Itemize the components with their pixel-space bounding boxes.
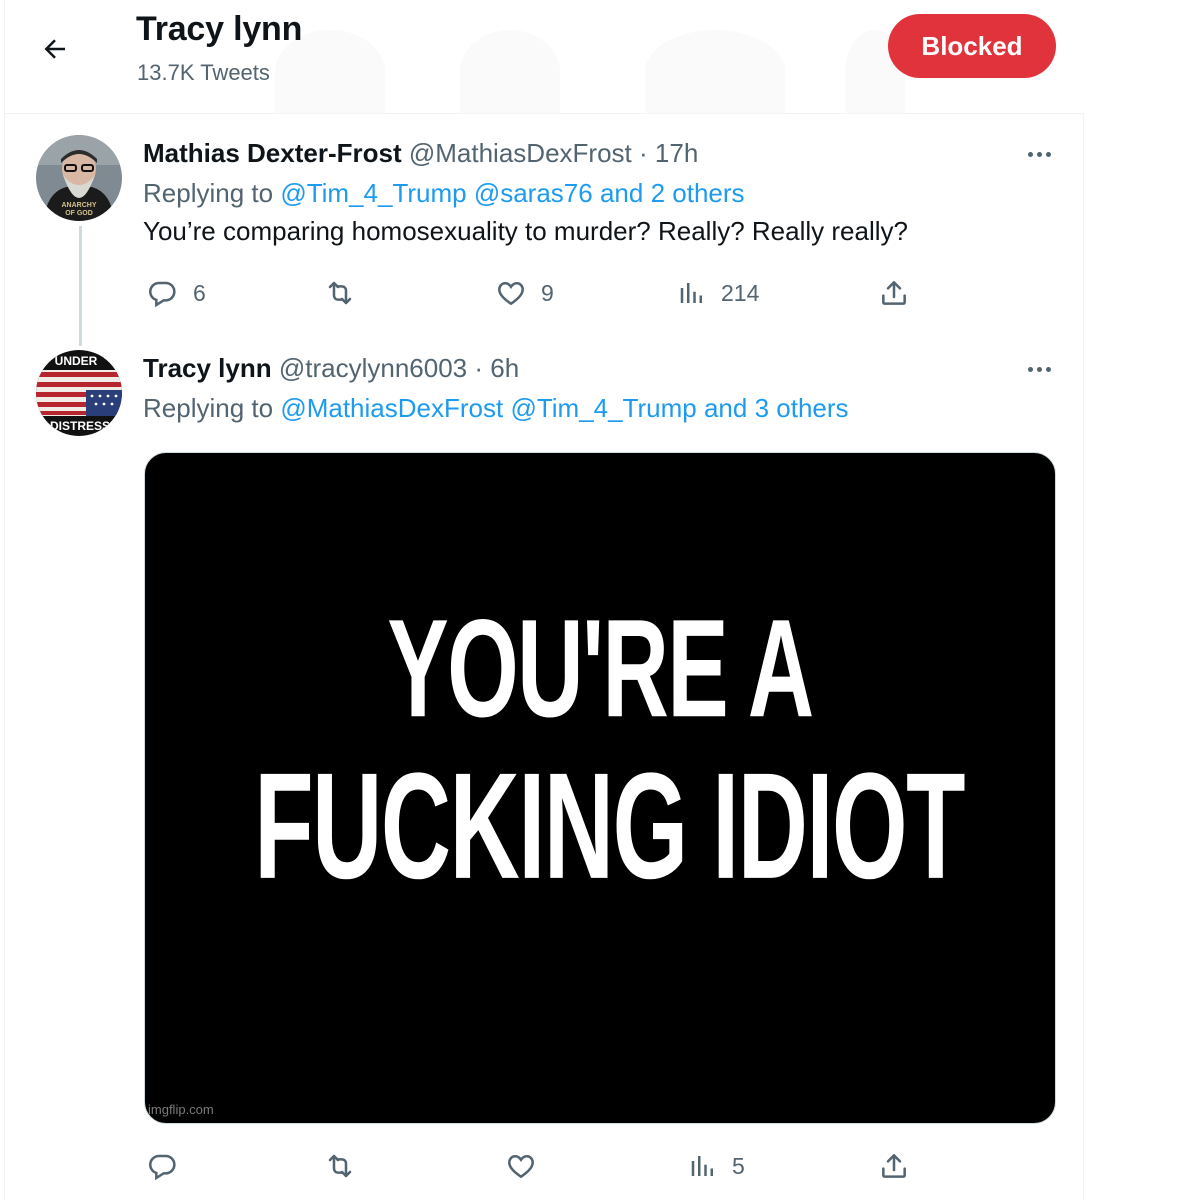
timestamp[interactable]: 17h xyxy=(655,138,698,168)
tweet-text: You’re comparing homosexuality to murder… xyxy=(143,216,908,246)
like-count: 9 xyxy=(541,279,554,306)
avatar[interactable]: ANARCHY OF GOD xyxy=(36,135,122,221)
share-icon xyxy=(882,281,906,305)
reply-count: 6 xyxy=(193,279,206,306)
views-icon xyxy=(691,1156,713,1176)
replying-to-label: Replying to xyxy=(143,178,274,208)
reply-icon xyxy=(149,1154,176,1181)
views-count: 214 xyxy=(721,279,760,306)
author-handle[interactable]: @MathiasDexFrost xyxy=(409,138,632,168)
avatar-shirt-text: OF GOD xyxy=(65,210,93,217)
like-icon xyxy=(498,282,524,306)
timestamp[interactable]: 6h xyxy=(490,353,519,383)
header-background-shape xyxy=(645,30,785,114)
avatar-top-text: UNDER xyxy=(55,354,98,368)
tweet-media-image[interactable]: YOU'RE A FUCKING IDIOT imgflip.com xyxy=(144,452,1056,1124)
replying-to-label: Replying to xyxy=(143,393,274,423)
mention-link[interactable]: @Tim_4_Trump xyxy=(280,178,466,208)
author-name[interactable]: Tracy lynn xyxy=(143,353,272,383)
more-icon[interactable] xyxy=(1019,142,1059,166)
blocked-button[interactable]: Blocked xyxy=(888,14,1056,78)
separator-dot: · xyxy=(639,138,648,168)
replying-to: Replying to @Tim_4_Trump @saras76 and 2 … xyxy=(143,178,745,209)
tweet-count: 13.7K Tweets xyxy=(137,60,270,85)
header-background-shape xyxy=(460,30,560,114)
mention-link[interactable]: @MathiasDexFrost xyxy=(280,393,503,423)
separator-dot: · xyxy=(474,353,484,383)
retweet-icon xyxy=(328,1154,352,1178)
share-button[interactable] xyxy=(878,1150,910,1182)
image-watermark: imgflip.com xyxy=(148,1102,214,1117)
views-button[interactable]: 5 xyxy=(688,1150,745,1182)
avatar[interactable]: UNDER DISTRESS xyxy=(36,350,122,436)
author-handle[interactable]: @tracylynn6003 xyxy=(279,353,467,383)
tweet-header: Mathias Dexter-Frost @MathiasDexFrost · … xyxy=(143,138,698,169)
like-button[interactable]: 9 xyxy=(495,277,554,309)
avatar-image: ANARCHY OF GOD xyxy=(36,135,122,221)
author-name[interactable]: Mathias Dexter-Frost xyxy=(143,138,402,168)
mention-link[interactable]: @Tim_4_Trump xyxy=(510,393,696,423)
meme-text-line-1: YOU'RE A xyxy=(387,591,814,747)
share-button[interactable] xyxy=(878,277,910,309)
share-icon xyxy=(882,1154,906,1178)
like-button[interactable] xyxy=(505,1150,537,1182)
back-button[interactable] xyxy=(33,27,77,71)
thread-connector xyxy=(79,226,82,346)
like-icon xyxy=(508,1155,534,1179)
retweet-button[interactable] xyxy=(323,1150,357,1182)
back-arrow-icon xyxy=(44,39,65,59)
profile-name: Tracy lynn xyxy=(136,10,303,48)
meme-text-line-2: FUCKING IDIOT xyxy=(254,742,965,911)
profile-header: Tracy lynn 13.7K Tweets Blocked xyxy=(5,0,1085,114)
reply-icon xyxy=(149,281,176,308)
others-link[interactable]: and 2 others xyxy=(600,178,745,208)
others-link[interactable]: and 3 others xyxy=(704,393,849,423)
views-button[interactable]: 214 xyxy=(677,277,759,309)
views-icon xyxy=(680,283,702,303)
mention-link[interactable]: @saras76 xyxy=(474,178,593,208)
retweet-button[interactable] xyxy=(323,277,357,309)
reply-button[interactable]: 6 xyxy=(147,277,206,309)
tweet-header: Tracy lynn @tracylynn6003 · 6h xyxy=(143,353,519,384)
avatar-bottom-text: DISTRESS xyxy=(50,419,110,433)
views-count: 5 xyxy=(732,1152,745,1179)
replying-to: Replying to @MathiasDexFrost @Tim_4_Trum… xyxy=(143,393,849,424)
retweet-icon xyxy=(328,281,352,305)
avatar-shirt-text: ANARCHY xyxy=(62,202,97,209)
more-icon[interactable] xyxy=(1019,357,1059,381)
reply-button[interactable] xyxy=(147,1150,179,1182)
avatar-image: UNDER DISTRESS xyxy=(36,350,122,436)
timeline-column: Tracy lynn 13.7K Tweets Blocked ANARCHY … xyxy=(4,0,1085,1200)
